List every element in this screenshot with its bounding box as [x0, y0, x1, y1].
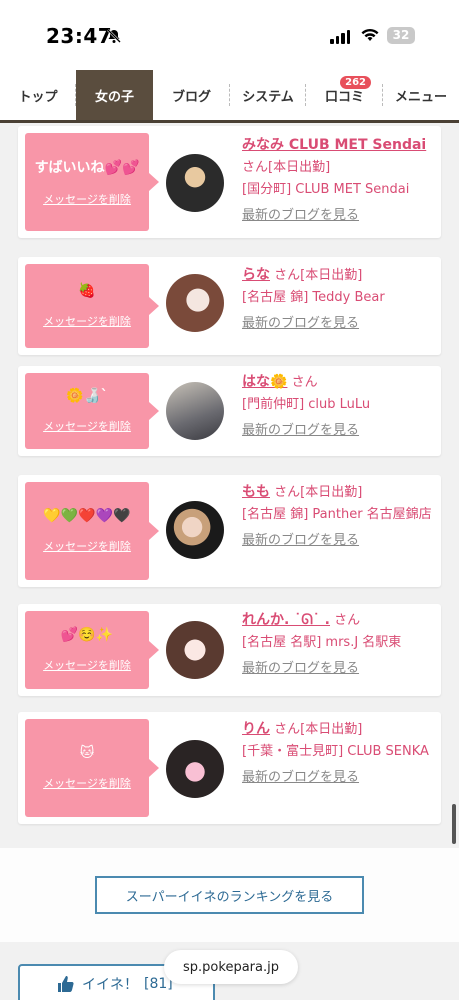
- list-item: 🍓 メッセージを削除 らな さん[本日出勤] [名古屋 錦] Teddy Bea…: [18, 257, 441, 355]
- tab-girls[interactable]: 女の子: [76, 70, 153, 120]
- wifi-icon: [361, 28, 379, 41]
- delete-message-link[interactable]: メッセージを削除: [43, 191, 131, 207]
- avatar[interactable]: [166, 621, 224, 679]
- message-bubble: 🌼🍶` メッセージを削除: [25, 373, 159, 449]
- list-item: 🌼🍶` メッセージを削除 はな🌼 さん [門前仲町] club LuLu 最新の…: [18, 366, 441, 456]
- tab-top[interactable]: トップ: [0, 70, 76, 120]
- latest-blog-link[interactable]: 最新のブログを見る: [242, 313, 432, 335]
- girl-name-link[interactable]: みなみ CLUB MET Sendai: [242, 137, 426, 153]
- delete-message-link[interactable]: メッセージを削除: [43, 657, 131, 673]
- status-bar: 23:47 32: [0, 0, 459, 70]
- shop-name: [名古屋 名駅] mrs.J 名駅東: [242, 635, 402, 650]
- girl-info: らな さん[本日出勤] [名古屋 錦] Teddy Bear 最新のブログを見る: [242, 264, 432, 335]
- avatar[interactable]: [166, 740, 224, 798]
- delete-message-link[interactable]: メッセージを削除: [43, 418, 131, 434]
- ranking-button[interactable]: スーパーイイネのランキングを見る: [95, 876, 364, 914]
- main-nav: トップ 女の子 ブログ システム 口コミ 262 メニュー: [0, 70, 459, 123]
- latest-blog-link[interactable]: 最新のブログを見る: [242, 658, 432, 680]
- shop-name: [名古屋 錦] Panther 名古屋錦店: [242, 507, 432, 522]
- girl-name-link[interactable]: れんか. ˙ᘏ˙ .: [242, 612, 330, 628]
- delete-message-link[interactable]: メッセージを削除: [43, 538, 131, 554]
- reviews-count-badge: 262: [340, 76, 371, 89]
- list-item: 🐱 メッセージを削除 りん さん[本日出勤] [千葉・富士見町] CLUB SE…: [18, 712, 441, 824]
- tab-blog[interactable]: ブログ: [153, 70, 230, 120]
- girl-name-link[interactable]: もも: [242, 484, 270, 500]
- delete-message-link[interactable]: メッセージを削除: [43, 313, 131, 329]
- signal-icon: [330, 28, 350, 44]
- message-bubble: 💛💚❤️💜🖤 メッセージを削除: [25, 482, 159, 580]
- message-text: 🌼🍶`: [66, 388, 108, 404]
- message-text: 💕☺️✨: [60, 627, 114, 643]
- thumbs-up-icon: [58, 976, 74, 992]
- latest-blog-link[interactable]: 最新のブログを見る: [242, 767, 432, 789]
- girl-info: りん さん[本日出勤] [千葉・富士見町] CLUB SENKA 最新のブログを…: [242, 718, 432, 789]
- tab-system[interactable]: システム: [230, 70, 306, 120]
- list-item: 💕☺️✨ メッセージを削除 れんか. ˙ᘏ˙ . さん [名古屋 名駅] mrs…: [18, 604, 441, 696]
- latest-blog-link[interactable]: 最新のブログを見る: [242, 420, 432, 442]
- girl-info: もも さん[本日出勤] [名古屋 錦] Panther 名古屋錦店 最新のブログ…: [242, 481, 432, 552]
- clock: 23:47: [46, 24, 113, 48]
- bell-muted-icon: [107, 29, 121, 43]
- message-text: すばいいね💕💕: [34, 160, 140, 176]
- tab-reviews[interactable]: 口コミ 262: [306, 70, 383, 120]
- message-bubble: 🐱 メッセージを削除: [25, 719, 159, 817]
- shop-name: [名古屋 錦] Teddy Bear: [242, 290, 385, 305]
- avatar[interactable]: [166, 154, 224, 212]
- girl-info: れんか. ˙ᘏ˙ . さん [名古屋 名駅] mrs.J 名駅東 最新のブログを…: [242, 609, 432, 680]
- message-text: 🍓: [78, 283, 96, 299]
- girl-info: みなみ CLUB MET Sendai さん[本日出勤] [国分町] CLUB …: [242, 134, 432, 227]
- shop-name: [千葉・富士見町] CLUB SENKA: [242, 744, 429, 759]
- scrollbar[interactable]: [452, 804, 456, 844]
- list-item: 💛💚❤️💜🖤 メッセージを削除 もも さん[本日出勤] [名古屋 錦] Pant…: [18, 475, 441, 587]
- avatar[interactable]: [166, 501, 224, 559]
- girl-name-link[interactable]: らな: [242, 267, 270, 283]
- list-item: すばいいね💕💕 メッセージを削除 みなみ CLUB MET Sendai さん[…: [18, 126, 441, 238]
- shop-name: [門前仲町] club LuLu: [242, 397, 371, 412]
- like-label: イイネ！: [82, 977, 138, 993]
- shop-name: [国分町] CLUB MET Sendai: [242, 182, 410, 197]
- message-text: 💛💚❤️💜🖤: [43, 508, 131, 524]
- delete-message-link[interactable]: メッセージを削除: [43, 775, 131, 791]
- latest-blog-link[interactable]: 最新のブログを見る: [242, 530, 432, 552]
- message-text: 🐱: [79, 745, 95, 761]
- message-bubble: すばいいね💕💕 メッセージを削除: [25, 133, 159, 231]
- latest-blog-link[interactable]: 最新のブログを見る: [242, 205, 432, 227]
- message-bubble: 💕☺️✨ メッセージを削除: [25, 611, 159, 689]
- message-bubble: 🍓 メッセージを削除: [25, 264, 159, 348]
- avatar[interactable]: [166, 274, 224, 332]
- avatar[interactable]: [166, 382, 224, 440]
- girl-name-link[interactable]: はな🌼: [242, 374, 287, 390]
- tab-menu[interactable]: メニュー: [383, 70, 459, 120]
- battery-icon: 32: [387, 27, 415, 44]
- girl-info: はな🌼 さん [門前仲町] club LuLu 最新のブログを見る: [242, 371, 432, 442]
- girl-name-link[interactable]: りん: [242, 721, 270, 737]
- address-bar[interactable]: sp.pokepara.jp: [164, 950, 298, 984]
